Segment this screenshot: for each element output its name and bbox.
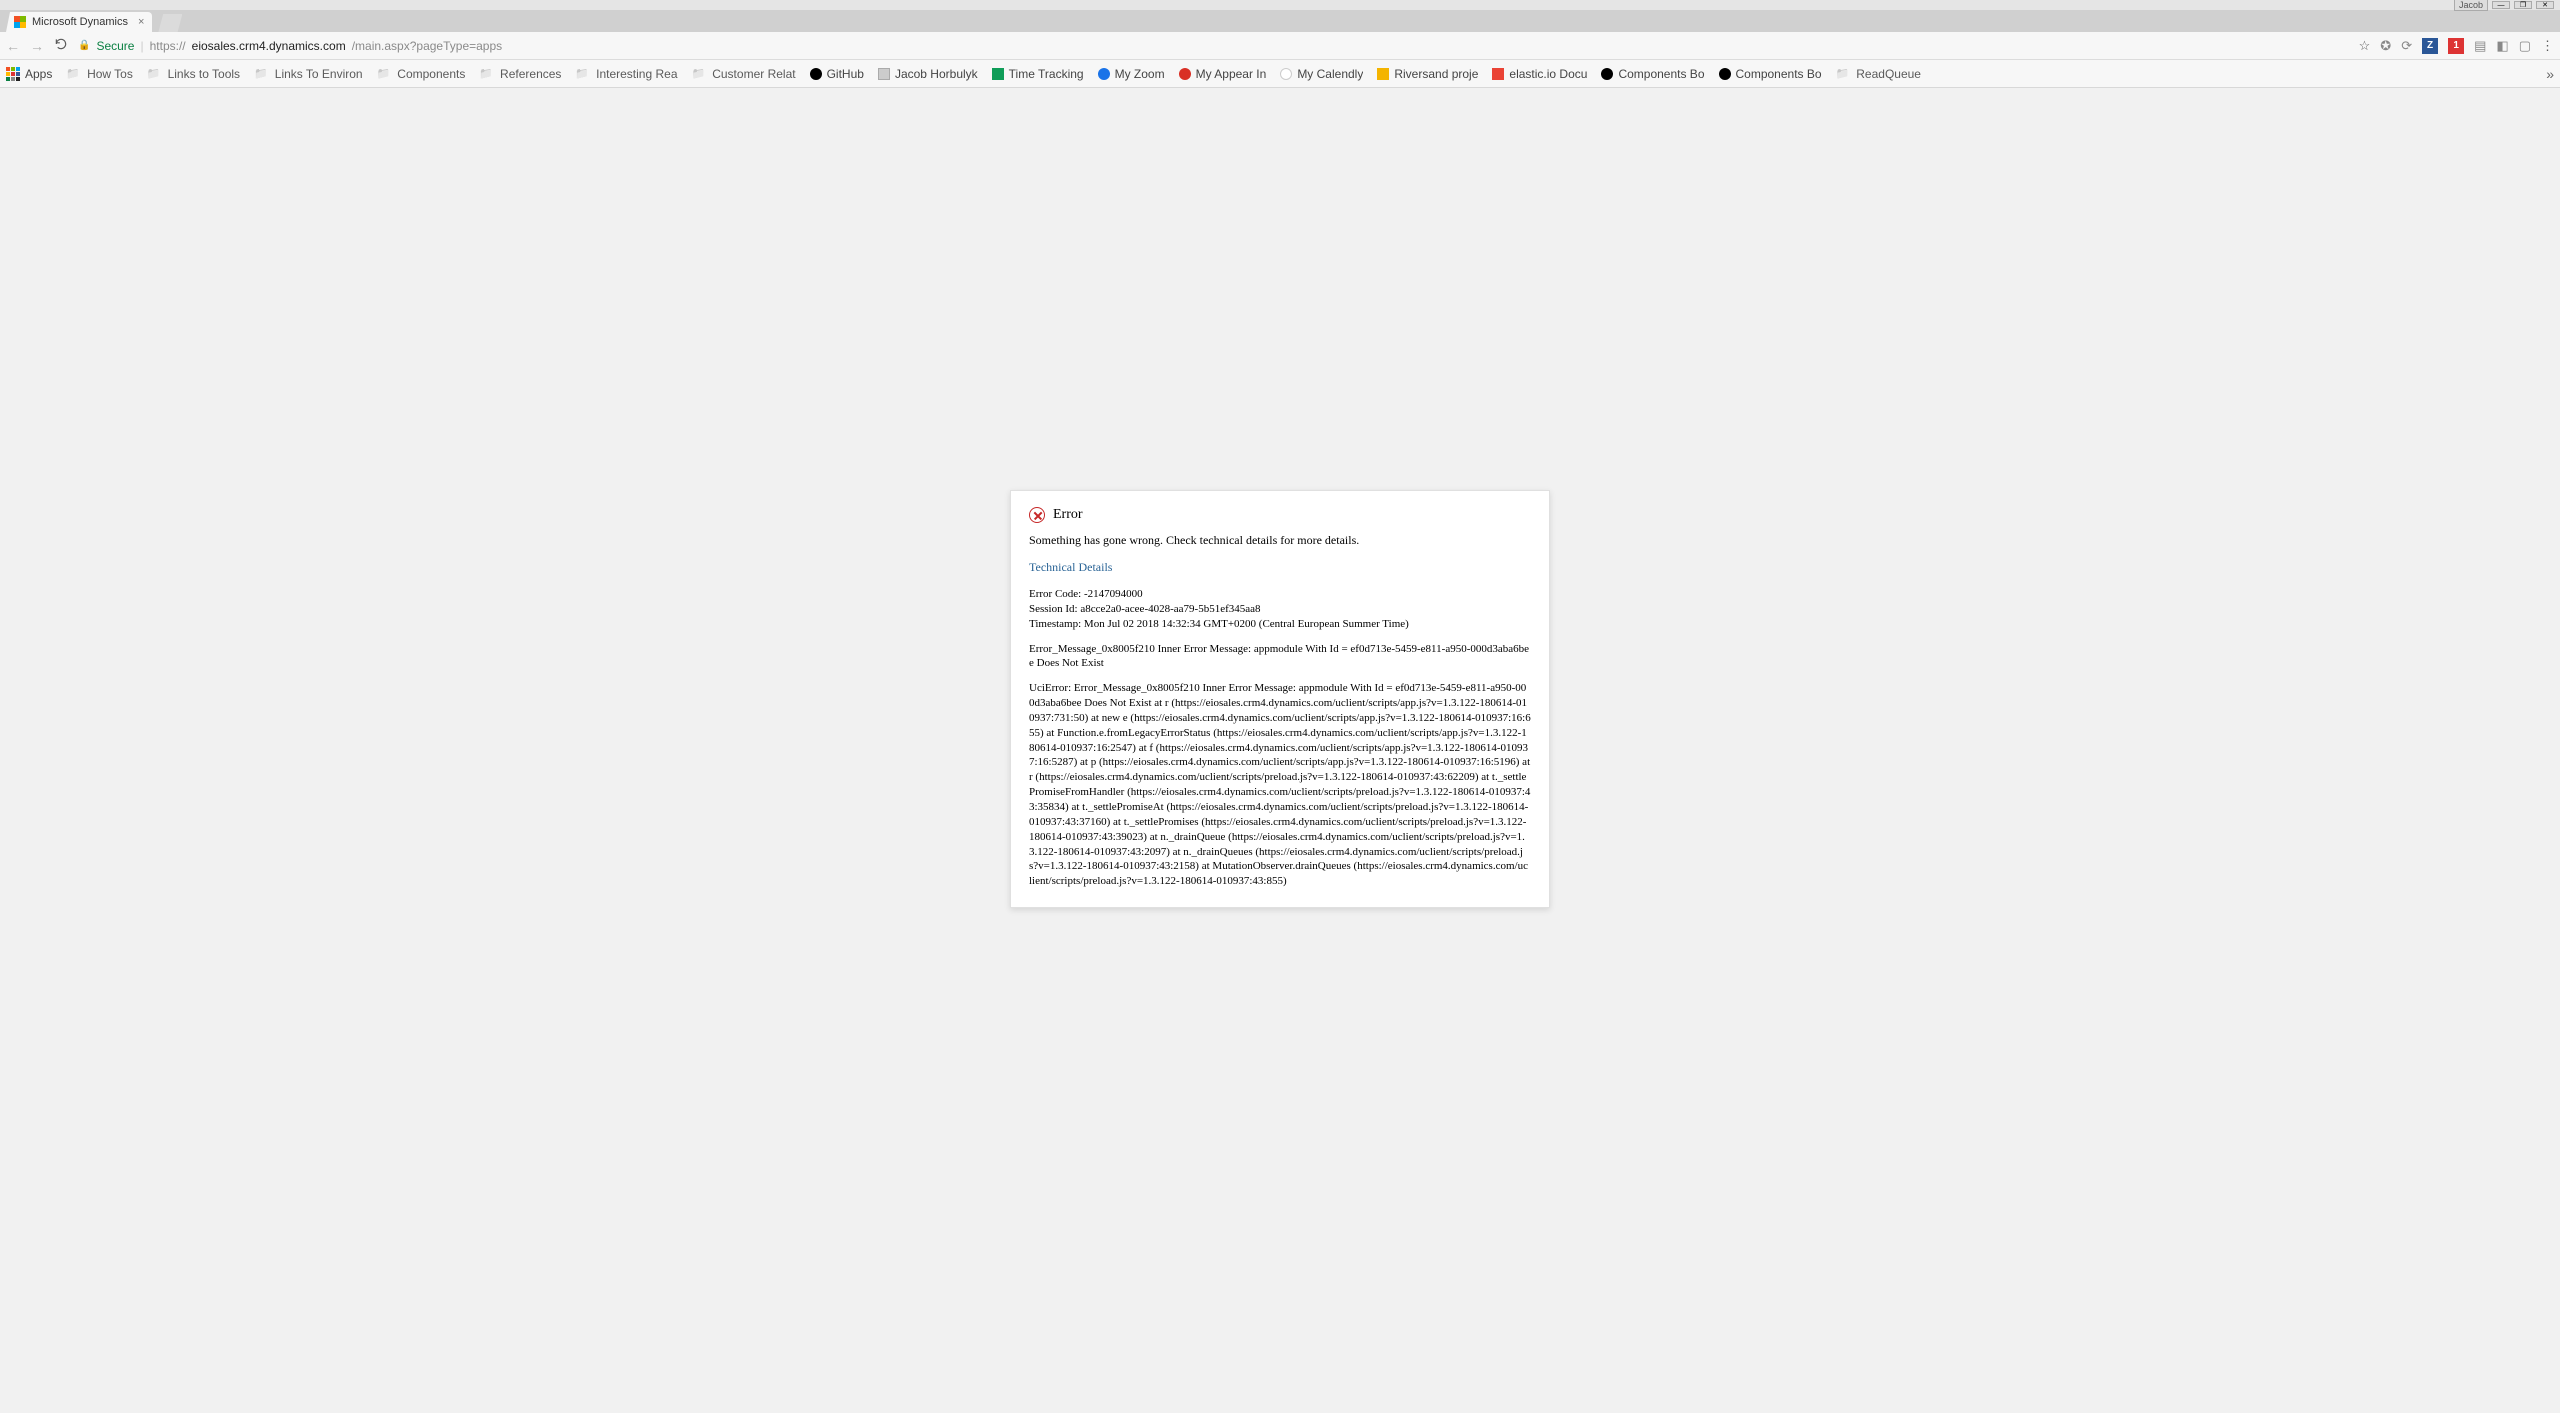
url-host: eiosales.crm4.dynamics.com — [192, 39, 346, 53]
error-details: Error Code: -2147094000 Session Id: a8cc… — [1029, 587, 1531, 632]
window-close-button[interactable]: ✕ — [2536, 1, 2554, 9]
bookmark-components-bo-2[interactable]: Components Bo — [1719, 67, 1822, 81]
window-titlebar: Jacob — ❐ ✕ — [0, 0, 2560, 10]
tab-close-button[interactable]: × — [138, 16, 144, 28]
tab-strip: Microsoft Dynamics × — [0, 10, 2560, 32]
error-icon — [1029, 507, 1045, 523]
bookmark-folder-references[interactable]: References — [479, 67, 561, 81]
bookmark-folder-components[interactable]: Components — [377, 67, 466, 81]
extension-icon[interactable]: ▢ — [2519, 38, 2531, 54]
address-bar: ← → 🔒 Secure | https:// eiosales.crm4.dyn… — [0, 32, 2560, 60]
elastic-icon — [1492, 68, 1504, 80]
extension-z-icon[interactable]: Z — [2422, 38, 2438, 54]
extension-icon[interactable]: ✪ — [2380, 38, 2391, 54]
bookmark-label: How Tos — [87, 67, 133, 81]
bookmark-label: elastic.io Docu — [1509, 67, 1587, 81]
error-header: Error — [1029, 507, 1531, 523]
chrome-menu-button[interactable]: ⋮ — [2541, 38, 2554, 54]
window-maximize-button[interactable]: ❐ — [2514, 1, 2532, 9]
bookmark-label: Links To Environ — [275, 67, 363, 81]
bookmark-label: Riversand proje — [1394, 67, 1478, 81]
bookmark-label: My Calendly — [1297, 67, 1363, 81]
bookmark-label: ReadQueue — [1856, 67, 1921, 81]
bookmark-calendly[interactable]: My Calendly — [1280, 67, 1363, 81]
bookmark-components-bo-1[interactable]: Components Bo — [1601, 67, 1704, 81]
bookmark-star-icon[interactable]: ☆ — [2359, 38, 2371, 54]
li-icon — [878, 68, 890, 80]
bookmark-overflow-button[interactable]: » — [2546, 66, 2554, 82]
secure-label: Secure — [96, 39, 134, 53]
bookmark-label: Time Tracking — [1009, 67, 1084, 81]
bookmark-github[interactable]: GitHub — [810, 67, 864, 81]
bookmark-label: Components — [397, 67, 465, 81]
bookmark-timetracking[interactable]: Time Tracking — [992, 67, 1084, 81]
error-code: Error Code: -2147094000 — [1029, 587, 1531, 602]
bookmark-folder-links-tools[interactable]: Links to Tools — [147, 67, 240, 81]
back-button[interactable]: ← — [6, 38, 20, 54]
window-minimize-button[interactable]: — — [2492, 1, 2510, 9]
reload-button[interactable] — [54, 37, 68, 54]
ms-favicon — [14, 16, 26, 28]
bookmark-appearin[interactable]: My Appear In — [1179, 67, 1267, 81]
bookmark-label: Apps — [25, 67, 52, 81]
extension-icon[interactable]: ◧ — [2496, 38, 2508, 54]
window-user: Jacob — [2454, 0, 2488, 11]
toolbar-icons: ☆ ✪ ⟳ Z 1 ▤ ◧ ▢ ⋮ — [2359, 38, 2554, 54]
bookmark-folder-readqueue[interactable]: ReadQueue — [1836, 67, 1921, 81]
error-session: Session Id: a8cce2a0-acee-4028-aa79-5b51… — [1029, 602, 1531, 617]
bookmark-label: Customer Relat — [712, 67, 795, 81]
bookmark-label: Interesting Rea — [596, 67, 677, 81]
bookmark-myzoom[interactable]: My Zoom — [1098, 67, 1165, 81]
bookmark-folder-links-env[interactable]: Links To Environ — [254, 67, 363, 81]
bookmark-label: References — [500, 67, 561, 81]
bookmark-folder-interesting[interactable]: Interesting Rea — [575, 67, 677, 81]
url-field[interactable]: 🔒 Secure | https:// eiosales.crm4.dynamic… — [78, 39, 2349, 53]
bookmark-folder-customer[interactable]: Customer Relat — [692, 67, 796, 81]
bookmark-label: My Zoom — [1115, 67, 1165, 81]
calendly-icon — [1280, 68, 1292, 80]
bookmark-label: My Appear In — [1196, 67, 1267, 81]
url-scheme: https:// — [150, 39, 186, 53]
extension-icon[interactable]: ▤ — [2474, 38, 2486, 54]
error-title: Error — [1053, 507, 1083, 523]
bookmark-label: Jacob Horbulyk — [895, 67, 978, 81]
tab-title: Microsoft Dynamics — [32, 16, 128, 28]
apps-button[interactable]: Apps — [6, 67, 52, 81]
page-content: Error Something has gone wrong. Check te… — [0, 88, 2560, 1413]
error-inner-message: Error_Message_0x8005f210 Inner Error Mes… — [1029, 642, 1531, 672]
bookmark-folder-howtos[interactable]: How Tos — [66, 67, 133, 81]
bookmark-riversand[interactable]: Riversand proje — [1377, 67, 1478, 81]
forward-button: → — [30, 38, 44, 54]
new-tab-button[interactable] — [158, 14, 182, 32]
apps-grid-icon — [6, 67, 20, 81]
bookmark-bar: Apps How Tos Links to Tools Links To Env… — [0, 60, 2560, 88]
bookmark-jacob[interactable]: Jacob Horbulyk — [878, 67, 978, 81]
sheets-icon — [992, 68, 1004, 80]
bookmark-label: Components Bo — [1736, 67, 1822, 81]
appear-icon — [1179, 68, 1191, 80]
error-message: Something has gone wrong. Check technica… — [1029, 533, 1531, 548]
bookmark-label: Links to Tools — [168, 67, 241, 81]
error-stack-trace: UciError: Error_Message_0x8005f210 Inner… — [1029, 681, 1531, 889]
separator: | — [140, 39, 143, 53]
error-dialog: Error Something has gone wrong. Check te… — [1010, 490, 1550, 908]
extension-icon[interactable]: ⟳ — [2401, 38, 2412, 54]
error-timestamp: Timestamp: Mon Jul 02 2018 14:32:34 GMT+… — [1029, 617, 1531, 632]
doc-icon — [1377, 68, 1389, 80]
bookmark-label: Components Bo — [1618, 67, 1704, 81]
lock-icon: 🔒 — [78, 40, 90, 51]
extension-1-icon[interactable]: 1 — [2448, 38, 2464, 54]
bookmark-label: GitHub — [827, 67, 864, 81]
zoom-icon — [1098, 68, 1110, 80]
bookmark-elastic[interactable]: elastic.io Docu — [1492, 67, 1587, 81]
url-path: /main.aspx?pageType=apps — [352, 39, 502, 53]
technical-details-link[interactable]: Technical Details — [1029, 560, 1531, 575]
browser-tab[interactable]: Microsoft Dynamics × — [6, 12, 152, 32]
